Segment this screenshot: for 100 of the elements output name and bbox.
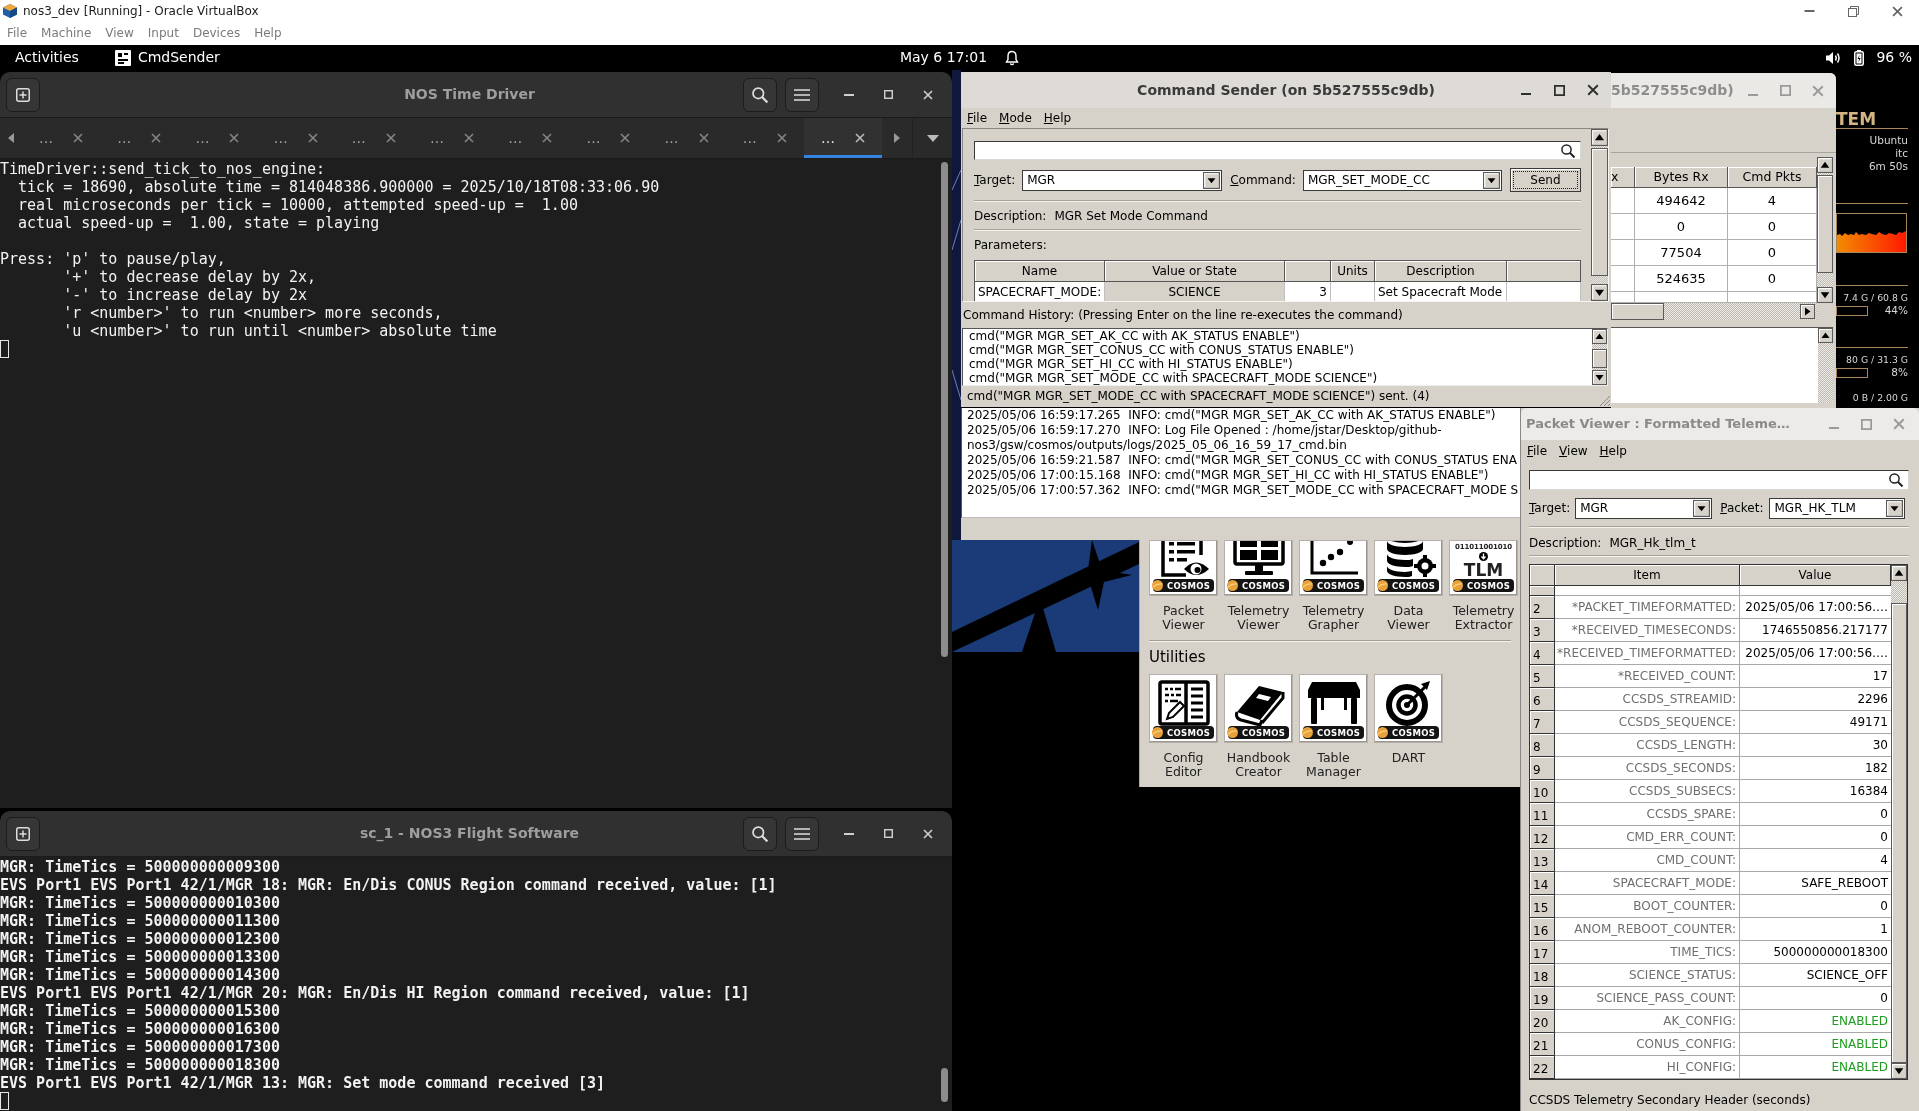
scrollbar[interactable] (1592, 329, 1607, 385)
tab[interactable]: … (22, 118, 101, 158)
menu-item[interactable]: Help (1043, 110, 1072, 126)
tab[interactable]: … (334, 118, 413, 158)
row-header[interactable]: 10 (1530, 780, 1555, 803)
column-header[interactable]: Name (975, 261, 1105, 282)
row-header[interactable]: 3 (1530, 619, 1555, 642)
tab[interactable]: … (491, 118, 570, 158)
scrollbar-thumb[interactable] (941, 162, 948, 657)
battery-icon[interactable] (1854, 49, 1865, 66)
tab[interactable]: … (178, 118, 257, 158)
tool-button[interactable]: COSMOS Data Viewer (1374, 540, 1443, 632)
column-header[interactable]: Bytes Rx (1635, 167, 1728, 188)
tab[interactable]: … (412, 118, 492, 158)
row-header[interactable]: 11 (1530, 803, 1555, 826)
scrollbar-thumb[interactable] (1817, 175, 1833, 273)
menu-item[interactable]: Devices (192, 26, 241, 41)
scroll-right-icon[interactable] (1800, 304, 1815, 319)
packet-dropdown[interactable]: MGR_HK_TLM (1769, 498, 1906, 519)
column-header[interactable] (1285, 261, 1331, 282)
scrollbar-thumb[interactable] (941, 1068, 948, 1102)
row-header[interactable]: 18 (1530, 964, 1555, 987)
plus-square-icon[interactable] (16, 826, 30, 841)
column-header[interactable]: Value (1740, 565, 1891, 586)
row-header[interactable]: 19 (1530, 987, 1555, 1010)
scroll-up-icon[interactable] (1817, 157, 1833, 173)
target-dropdown[interactable]: MGR (1022, 169, 1223, 191)
scrollbar[interactable] (1818, 328, 1833, 403)
scroll-down-icon[interactable] (1591, 284, 1608, 301)
restore-icon[interactable] (1848, 5, 1859, 17)
menu-item[interactable]: Help (1599, 443, 1627, 459)
column-header[interactable]: Units (1331, 261, 1375, 282)
column-header[interactable]: Cmd Pkts (1728, 167, 1817, 188)
scroll-up-icon[interactable] (1818, 328, 1833, 343)
tab[interactable]: … (569, 118, 648, 158)
menu-item[interactable]: Help (254, 26, 282, 41)
row-header[interactable]: 16 (1530, 918, 1555, 941)
scrollbar[interactable] (1817, 157, 1833, 303)
row-header[interactable]: 9 (1530, 757, 1555, 780)
minimize-icon[interactable] (844, 93, 854, 96)
caret-right-icon[interactable] (894, 133, 901, 143)
row-header[interactable]: 15 (1530, 895, 1555, 918)
tool-button[interactable]: COSMOS Handbook Creator (1224, 674, 1293, 779)
new-tab-button[interactable] (6, 77, 40, 112)
column-header[interactable] (1507, 261, 1581, 282)
speaker-icon[interactable] (1825, 50, 1843, 65)
row-header[interactable]: 7 (1530, 711, 1555, 734)
caret-left-icon[interactable] (8, 133, 14, 143)
history-entry[interactable]: cmd("MGR MGR_SET_HI_CC with HI_STATUS ENABLE") (969, 357, 1293, 371)
scrollbar[interactable] (1591, 129, 1608, 301)
search-field[interactable] (974, 141, 1581, 160)
tool-button[interactable]: COSMOS DART (1374, 674, 1443, 779)
scroll-down-icon[interactable] (1592, 370, 1607, 385)
search-icon[interactable] (1561, 143, 1575, 158)
scroll-down-icon[interactable] (1817, 287, 1833, 303)
history-entry[interactable]: cmd("MGR MGR_SET_MODE_CC with SPACECRAFT_MODE SCIENCE") (969, 371, 1378, 385)
scroll-up-icon[interactable] (1891, 565, 1907, 581)
scrollbar-thumb[interactable] (1591, 148, 1608, 276)
close-icon[interactable] (1587, 84, 1599, 96)
app-menu[interactable]: CmdSender (114, 49, 220, 66)
send-button[interactable]: Send (1509, 168, 1581, 192)
search-icon[interactable] (752, 825, 768, 842)
row-header[interactable]: 22 (1530, 1056, 1555, 1079)
caret-down-icon[interactable] (1203, 171, 1221, 189)
row-header[interactable]: 21 (1530, 1033, 1555, 1056)
tool-button[interactable]: COSMOS Table Manager (1299, 674, 1368, 779)
menu-item[interactable]: File (967, 110, 988, 126)
row-header[interactable]: 2 (1530, 596, 1555, 619)
menu-button[interactable] (785, 816, 819, 851)
history-entry[interactable]: cmd("MGR MGR_SET_CONUS_CC with CONUS_STATUS ENABLE") (969, 343, 1354, 357)
row-header[interactable]: 17 (1530, 941, 1555, 964)
menu-icon[interactable] (794, 88, 810, 101)
scroll-up-icon[interactable] (1591, 129, 1608, 146)
caret-down-icon[interactable] (1482, 171, 1500, 189)
tab[interactable]: … (256, 118, 335, 158)
tool-button[interactable]: COSMOS Telemetry Viewer (1224, 540, 1293, 632)
tab[interactable]: … (647, 118, 726, 158)
command-dropdown[interactable]: MGR_SET_MODE_CC (1302, 169, 1502, 191)
caret-down-icon[interactable] (1886, 500, 1904, 517)
column-header[interactable]: x (1611, 167, 1635, 188)
menu-item[interactable]: File (7, 26, 28, 41)
target-dropdown[interactable]: MGR (1575, 498, 1713, 519)
history-entry[interactable]: cmd("MGR MGR_SET_AK_CC with AK_STATUS ENABLE") (969, 329, 1300, 343)
row-header[interactable]: 8 (1530, 734, 1555, 757)
caret-down-icon[interactable] (926, 134, 939, 142)
menu-button[interactable] (785, 77, 819, 112)
scrollbar-thumb[interactable] (1592, 349, 1607, 368)
row-header[interactable]: 5 (1530, 665, 1555, 688)
scroll-down-icon[interactable] (1891, 1063, 1907, 1079)
bell-icon[interactable] (1005, 49, 1020, 66)
new-tab-button[interactable] (6, 816, 40, 851)
tool-button[interactable]: COSMOS Config Editor (1149, 674, 1218, 779)
scrollbar-thumb[interactable] (1611, 303, 1664, 320)
caret-down-icon[interactable] (1693, 500, 1711, 517)
column-header[interactable]: Description (1375, 261, 1507, 282)
search-button[interactable] (743, 77, 777, 112)
column-header[interactable]: Value or State (1105, 261, 1285, 282)
row-header[interactable]: 20 (1530, 1010, 1555, 1033)
resize-grip-icon[interactable] (1600, 396, 1610, 406)
tab[interactable]: … (725, 118, 804, 158)
